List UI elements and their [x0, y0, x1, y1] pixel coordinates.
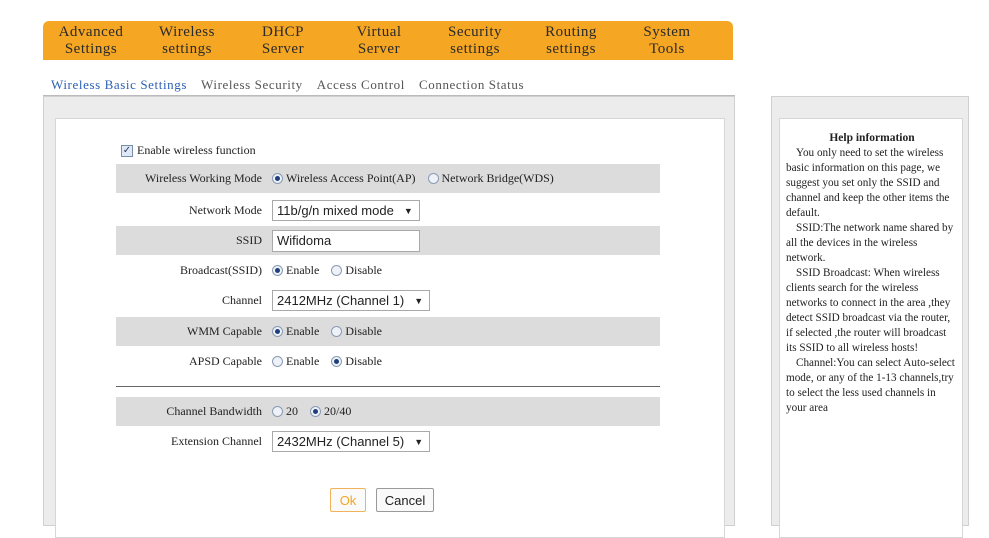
tab-wireless-basic-settings[interactable]: Wireless Basic Settings — [51, 77, 187, 95]
network-mode-value: 11b/g/n mixed mode — [277, 203, 394, 218]
apsd-row: APSD Capable Enable Disable — [116, 347, 660, 376]
radio-icon[interactable] — [272, 326, 283, 337]
enable-wireless-checkbox[interactable]: ✓ — [121, 144, 133, 157]
ssid-row: SSID Wifidoma — [116, 226, 660, 255]
network-mode-select[interactable]: 11b/g/n mixed mode ▼ — [272, 200, 420, 221]
broadcast-enable-label: Enable — [286, 263, 320, 277]
form-buttons: Ok Cancel — [330, 488, 434, 512]
nav-label-1: Wireless — [159, 24, 215, 40]
help-paragraph: You only need to set the wireless basic … — [786, 147, 950, 219]
sub-navigation: Wireless Basic Settings Wireless Securit… — [51, 77, 524, 95]
help-panel: Help information You only need to set th… — [771, 96, 969, 538]
extension-channel-select[interactable]: 2432MHz (Channel 5) ▼ — [272, 431, 431, 452]
mode-wds-option[interactable]: Network Bridge(WDS) — [427, 171, 554, 186]
broadcast-row: Broadcast(SSID) Enable Disable — [116, 256, 660, 285]
nav-wireless-settings[interactable]: Wireless settings — [139, 21, 235, 69]
broadcast-disable-label: Disable — [345, 263, 382, 277]
nav-virtual-server[interactable]: Virtual Server — [331, 21, 427, 58]
nav-label-2: Tools — [649, 41, 685, 57]
tab-connection-status[interactable]: Connection Status — [419, 77, 524, 95]
nav-label-1: DHCP — [261, 24, 304, 40]
channel-value: 2412MHz (Channel 1) — [277, 293, 405, 308]
ok-button[interactable]: Ok — [330, 488, 366, 512]
nav-security-settings[interactable]: Security settings — [427, 21, 523, 58]
radio-icon[interactable] — [272, 173, 283, 184]
nav-routing-settings[interactable]: Routing settings — [523, 21, 619, 58]
network-mode-label: Network Mode — [189, 203, 262, 217]
wmm-disable-label: Disable — [345, 324, 382, 338]
radio-icon[interactable] — [427, 173, 439, 184]
wmm-label: WMM Capable — [187, 324, 262, 338]
bandwidth-2040-label: 20/40 — [324, 404, 352, 418]
nav-label-1: Security — [448, 24, 502, 40]
nav-label-2: settings — [162, 41, 212, 57]
channel-row: Channel 2412MHz (Channel 1) ▼ — [116, 286, 660, 315]
radio-icon[interactable] — [331, 356, 343, 367]
channel-select[interactable]: 2412MHz (Channel 1) ▼ — [272, 290, 431, 311]
radio-icon[interactable] — [310, 406, 321, 417]
nav-label-1: System — [643, 24, 691, 40]
mode-wds-label: Network Bridge(WDS) — [441, 171, 554, 185]
broadcast-enable-option[interactable]: Enable — [272, 263, 319, 278]
nav-dhcp-server[interactable]: DHCP Server — [235, 21, 331, 58]
apsd-disable-label: Disable — [345, 354, 382, 368]
apsd-enable-label: Enable — [286, 354, 320, 368]
section-divider — [116, 386, 660, 387]
help-title: Help information — [829, 132, 915, 144]
bandwidth-20-option[interactable]: 20 — [272, 404, 298, 419]
nav-label-1: Advanced — [58, 24, 124, 40]
network-mode-row: Network Mode 11b/g/n mixed mode ▼ — [116, 196, 660, 225]
tab-access-control[interactable]: Access Control — [317, 77, 405, 95]
enable-wireless-label: Enable wireless function — [137, 143, 256, 157]
channel-label: Channel — [222, 293, 262, 307]
chevron-down-icon: ▼ — [414, 295, 424, 306]
radio-icon[interactable] — [272, 406, 283, 417]
broadcast-disable-option[interactable]: Disable — [331, 263, 382, 278]
chevron-down-icon: ▼ — [403, 205, 413, 216]
wmm-row: WMM Capable Enable Disable — [116, 317, 660, 346]
extension-channel-label: Extension Channel — [171, 434, 262, 448]
help-paragraph: SSID Broadcast: When wireless clients se… — [786, 267, 951, 354]
nav-label-2: settings — [546, 41, 596, 57]
wmm-enable-option[interactable]: Enable — [272, 324, 319, 339]
nav-label-2: Server — [357, 41, 401, 57]
nav-label-2: Settings — [64, 41, 118, 57]
help-paragraph: Channel:You can select Auto-select mode,… — [786, 357, 955, 414]
nav-label-2: Server — [261, 41, 305, 57]
apsd-disable-option[interactable]: Disable — [331, 354, 382, 369]
extension-channel-value: 2432MHz (Channel 5) — [277, 434, 405, 449]
ssid-input[interactable]: Wifidoma — [272, 229, 420, 252]
working-mode-row: Wireless Working Mode Wireless Access Po… — [116, 164, 660, 193]
wmm-enable-label: Enable — [286, 324, 320, 338]
radio-icon[interactable] — [272, 265, 283, 276]
help-paragraph: SSID:The network name shared by all the … — [786, 222, 954, 264]
apsd-enable-option[interactable]: Enable — [272, 354, 319, 369]
radio-icon[interactable] — [272, 356, 283, 367]
cancel-button[interactable]: Cancel — [376, 488, 434, 512]
bandwidth-2040-option[interactable]: 20/40 — [310, 404, 351, 419]
mode-ap-option[interactable]: Wireless Access Point(AP) — [272, 171, 416, 186]
wmm-disable-option[interactable]: Disable — [331, 324, 382, 339]
bandwidth-label: Channel Bandwidth — [166, 404, 262, 418]
mode-ap-label: Wireless Access Point(AP) — [286, 171, 416, 185]
bandwidth-row: Channel Bandwidth 20 20/40 — [116, 397, 660, 426]
top-navigation: Advanced Settings Wireless settings DHCP Se… — [43, 21, 733, 69]
working-mode-label: Wireless Working Mode — [145, 171, 262, 185]
extension-channel-row: Extension Channel 2432MHz (Channel 5) ▼ — [116, 427, 660, 456]
nav-system-tools[interactable]: System Tools — [619, 21, 715, 58]
nav-label-1: Routing — [545, 24, 597, 40]
nav-advanced-settings[interactable]: Advanced Settings — [43, 21, 139, 58]
tab-wireless-security[interactable]: Wireless Security — [201, 77, 303, 95]
nav-label-2: settings — [450, 41, 500, 57]
apsd-label: APSD Capable — [189, 354, 262, 368]
radio-icon[interactable] — [331, 326, 343, 337]
chevron-down-icon: ▼ — [414, 436, 424, 447]
help-content: Help information You only need to set th… — [779, 118, 963, 538]
radio-icon[interactable] — [331, 265, 343, 276]
enable-wireless-row: ✓ Enable wireless function — [121, 143, 256, 158]
ssid-label: SSID — [235, 233, 262, 247]
broadcast-label: Broadcast(SSID) — [180, 263, 262, 277]
nav-label-1: Virtual — [356, 24, 402, 40]
bandwidth-20-label: 20 — [286, 404, 298, 418]
